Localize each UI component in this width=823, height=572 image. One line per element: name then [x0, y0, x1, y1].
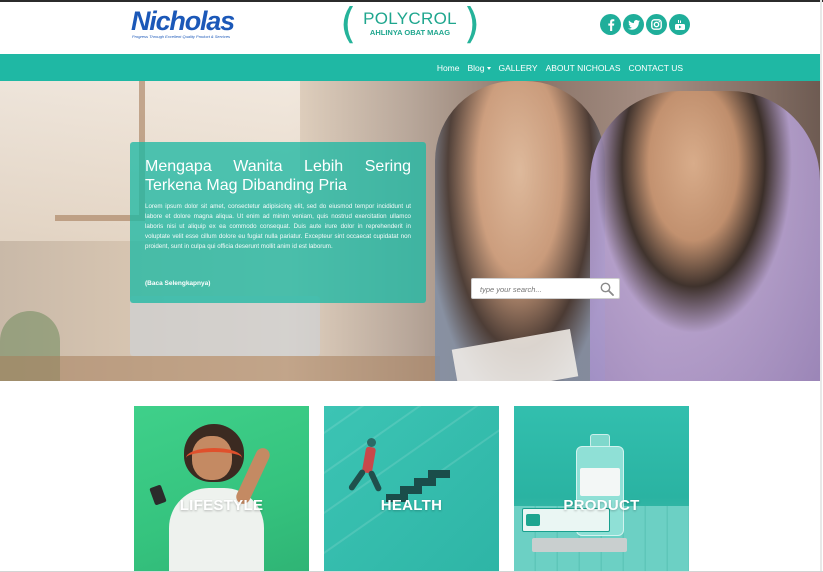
nav-blog-label: Blog [467, 62, 485, 73]
twitter-icon[interactable] [623, 14, 644, 35]
nav-gallery-label: GALLERY [498, 62, 538, 73]
hero-woman-figure [435, 81, 605, 381]
product-tile[interactable]: PRODUCT [514, 406, 689, 572]
product-bottle-label [580, 468, 620, 496]
search-box [471, 278, 620, 299]
brand-tagline: AHLINYA OBAT MAAG [369, 28, 451, 37]
health-tile[interactable]: HEALTH [324, 406, 499, 572]
article-excerpt: Lorem ipsum dolor sit amet, consectetur … [145, 203, 411, 250]
search-icon[interactable] [600, 282, 614, 301]
site-header: Nicholas Progress Through Excellent Qual… [0, 2, 820, 54]
nav-gallery[interactable]: GALLERY [499, 63, 538, 73]
social-links [600, 14, 690, 35]
polycrol-brand[interactable]: ( POLYCROL AHLINYA OBAT MAAG ) [340, 0, 480, 48]
logo-tagline: Progress Through Excellent Quality Produ… [132, 34, 231, 39]
nav-home[interactable]: Home [437, 63, 460, 73]
hero-banner: Mengapa Wanita Lebih Sering Terkena Mag … [0, 81, 820, 381]
brand-right-bracket: ) [463, 0, 480, 48]
nav-contact[interactable]: CONTACT US [629, 63, 683, 73]
facebook-icon[interactable] [600, 14, 621, 35]
nav-contact-label: CONTACT US [628, 62, 683, 73]
headphones-icon [186, 448, 242, 468]
nav-blog-dropdown[interactable]: Blog [468, 63, 491, 73]
product-label: PRODUCT [563, 497, 640, 514]
health-step [414, 478, 436, 486]
product-box-logo [526, 514, 540, 526]
health-step [400, 486, 422, 494]
brand-name: POLYCROL [363, 9, 457, 28]
health-label: HEALTH [380, 497, 443, 514]
featured-article-card: Mengapa Wanita Lebih Sering Terkena Mag … [130, 142, 426, 303]
caret-down-icon [486, 66, 491, 70]
main-nav: Home Blog GALLERY ABOUT NICHOLAS CONTACT… [0, 54, 820, 81]
brand-left-bracket: ( [340, 0, 357, 48]
runner-head [367, 438, 376, 447]
read-more-link[interactable]: (Baca Selengkapnya) [145, 280, 210, 287]
product-tablet-strip [532, 538, 627, 552]
health-step [428, 470, 450, 478]
nav-about-label: ABOUT NICHOLAS [545, 62, 621, 73]
nav-list: Home Blog GALLERY ABOUT NICHOLAS CONTACT… [437, 54, 683, 81]
instagram-icon[interactable] [646, 14, 667, 35]
hero-laptop [130, 296, 320, 356]
article-title[interactable]: Mengapa Wanita Lebih Sering Terkena Mag … [145, 157, 411, 195]
search-input[interactable] [480, 283, 600, 295]
hero-man-figure [590, 91, 820, 381]
lifestyle-tile[interactable]: LIFESTYLE [134, 406, 309, 572]
nav-about[interactable]: ABOUT NICHOLAS [546, 63, 621, 73]
youtube-icon[interactable] [669, 14, 690, 35]
hero-table [0, 356, 440, 381]
nav-home-label: Home [436, 62, 460, 73]
page-scroll-edge [820, 0, 822, 572]
lifestyle-label: LIFESTYLE [179, 497, 264, 514]
logo-text: Nicholas [131, 6, 235, 36]
nicholas-logo[interactable]: Nicholas Progress Through Excellent Qual… [131, 6, 235, 41]
